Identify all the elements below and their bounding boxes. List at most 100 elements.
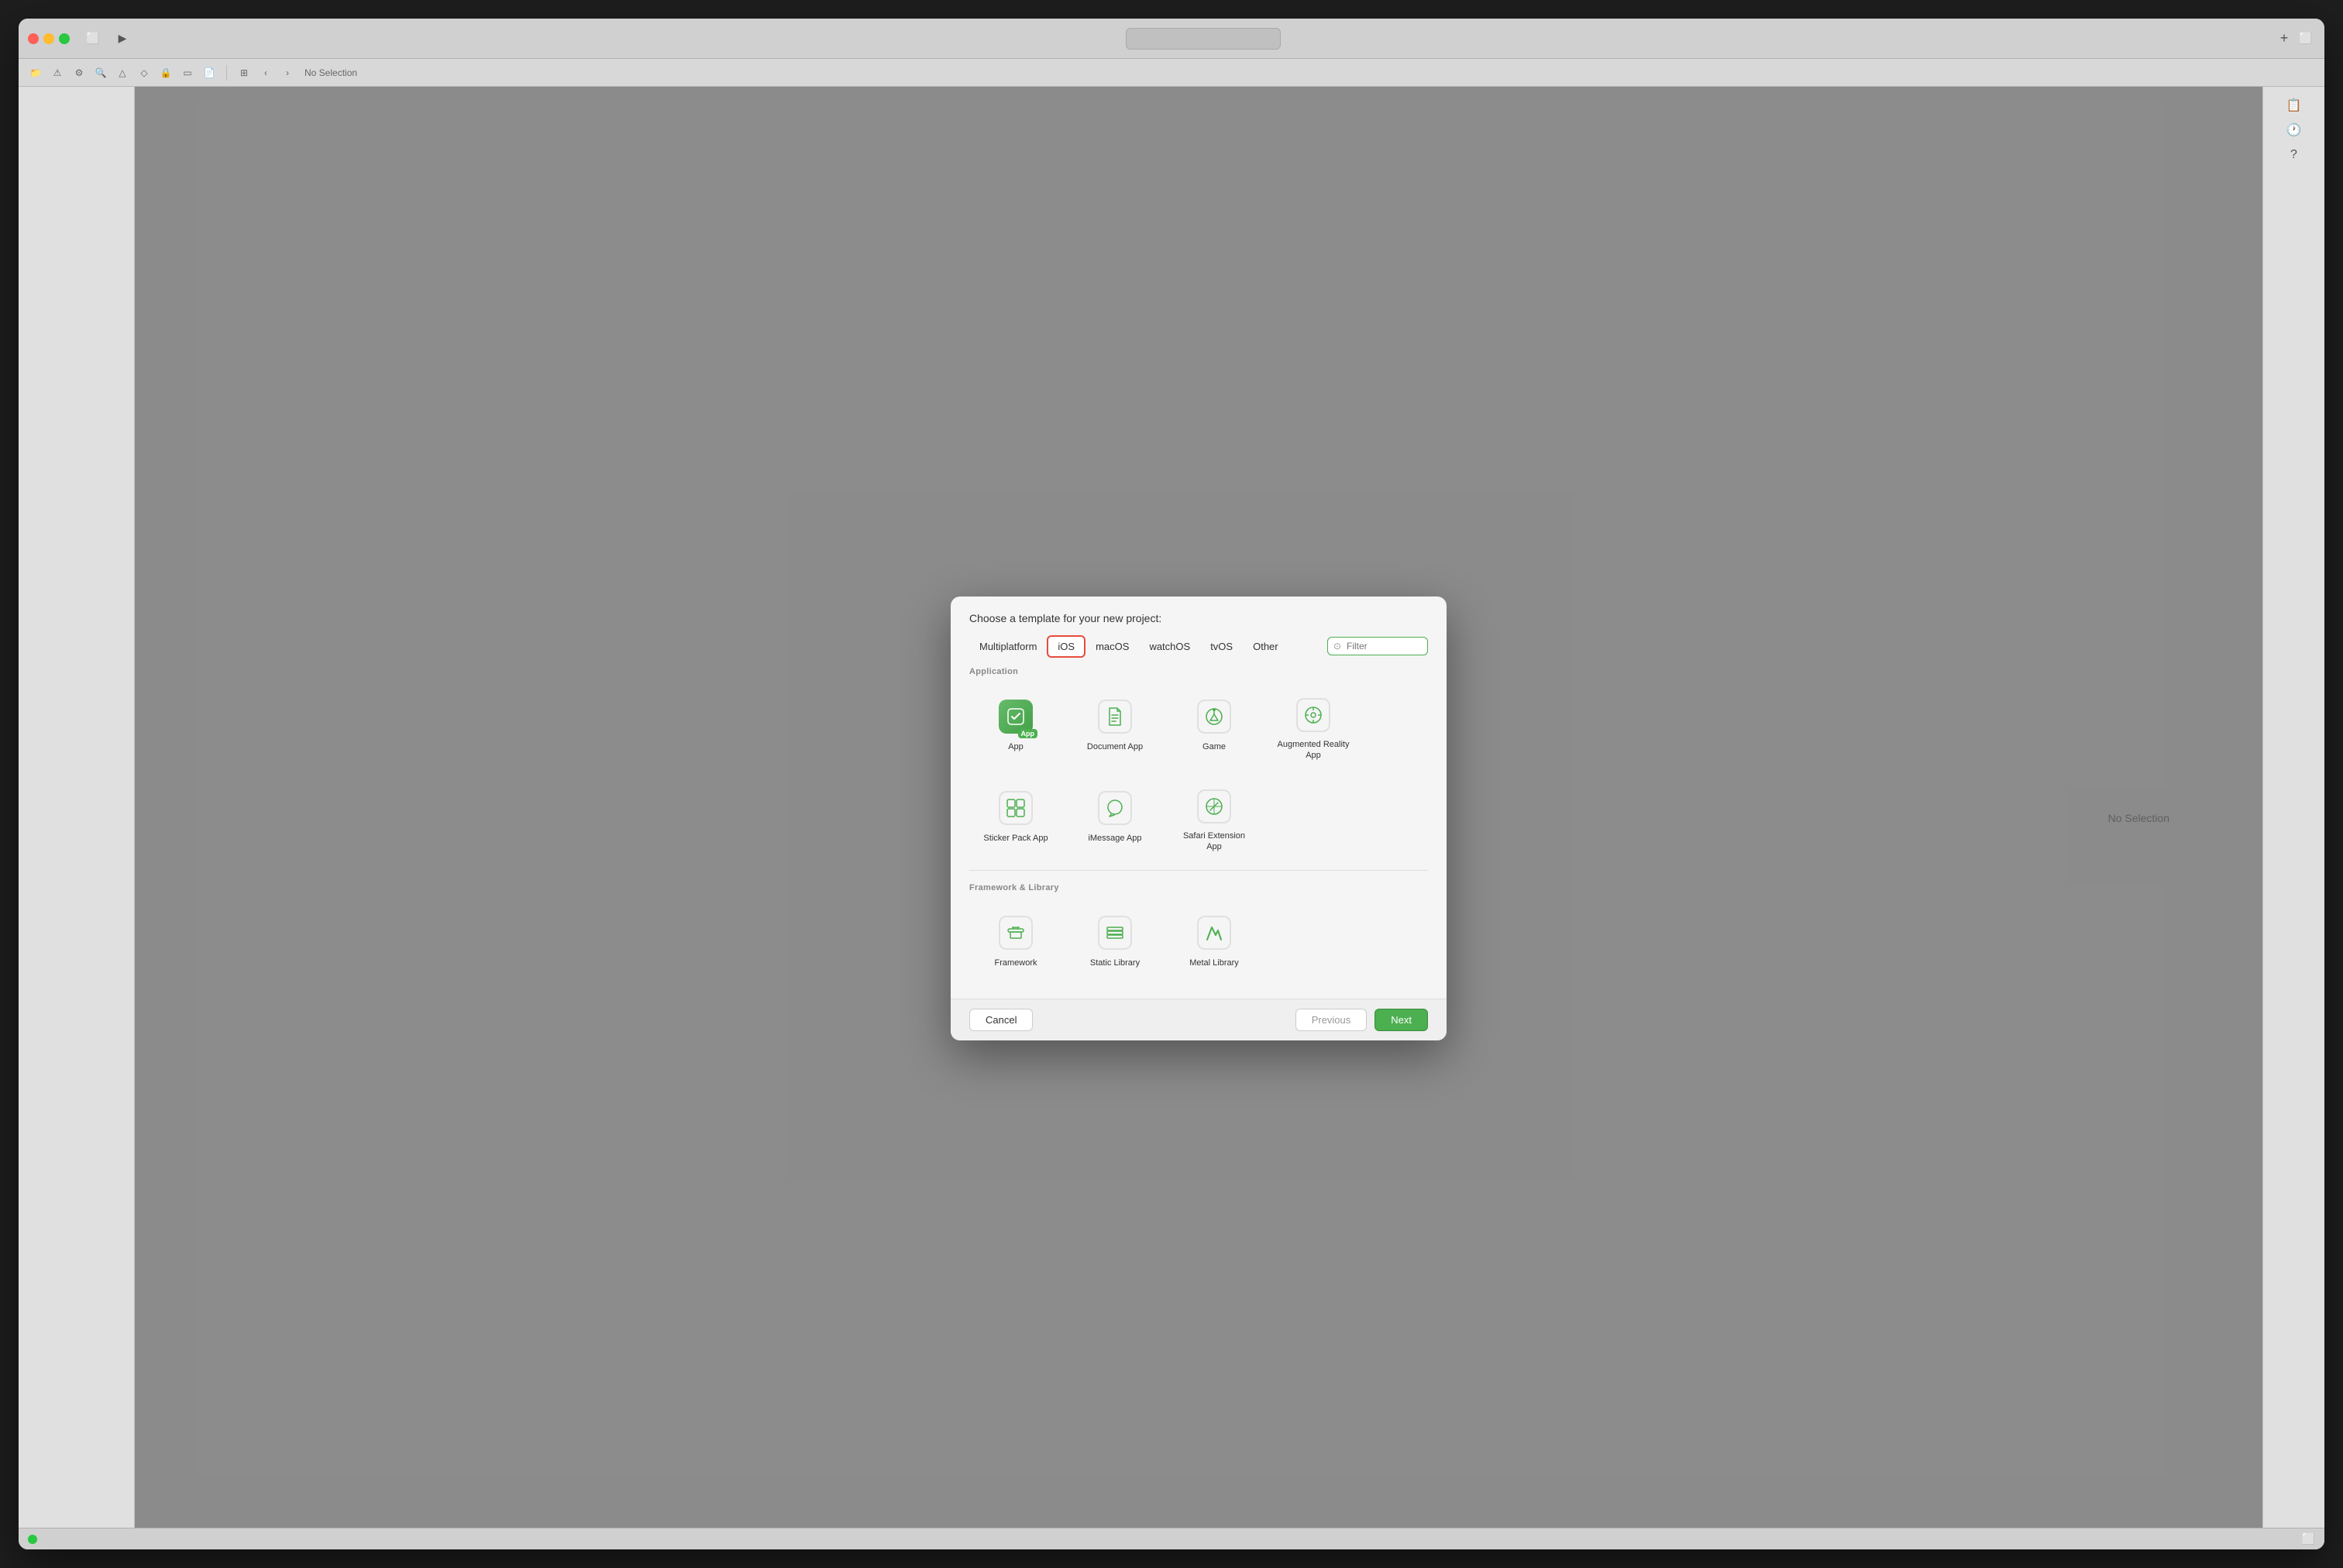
tab-watchos[interactable]: watchOS	[1139, 636, 1200, 657]
modal-overlay: Choose a template for your new project: …	[135, 87, 2262, 1549]
dialog-title: Choose a template for your new project:	[969, 612, 1161, 624]
no-selection-label: No Selection	[301, 67, 357, 78]
template-imessage[interactable]: iMessage App	[1068, 775, 1161, 861]
template-dialog: Choose a template for your new project: …	[951, 597, 1447, 1040]
app-icon	[999, 700, 1033, 734]
template-game-label: Game	[1202, 741, 1226, 752]
framework-icon	[999, 916, 1033, 950]
run-button[interactable]: ▶	[113, 29, 132, 48]
imessage-icon-wrapper	[1095, 788, 1135, 828]
filter-input[interactable]	[1327, 637, 1428, 655]
template-ar-label: Augmented Reality App	[1275, 739, 1352, 762]
section-divider	[969, 870, 1428, 871]
next-button[interactable]: Next	[1374, 1009, 1428, 1031]
static-lib-icon-wrapper	[1095, 913, 1135, 953]
app-icon-wrapper: App	[996, 696, 1036, 737]
sidebar-toggle-icon[interactable]: ⬜	[84, 29, 102, 48]
minimize-button[interactable]	[43, 33, 54, 44]
ar-icon-wrapper	[1293, 696, 1333, 734]
filter-container: ⊙	[1327, 637, 1428, 655]
metal-library-icon	[1197, 916, 1231, 950]
tab-ios[interactable]: iOS	[1047, 635, 1085, 658]
imessage-icon	[1098, 791, 1132, 825]
template-safari-extension[interactable]: Safari Extension App	[1168, 775, 1261, 861]
template-metal-library[interactable]: Metal Library	[1168, 900, 1261, 985]
app-badge: App	[1018, 729, 1038, 738]
settings-icon[interactable]: ⚙	[71, 65, 87, 81]
bottom-bar: ⬜	[19, 1528, 2324, 1549]
sidebar	[19, 87, 135, 1549]
safari-icon	[1197, 789, 1231, 824]
add-icon[interactable]: +	[2275, 29, 2293, 48]
metal-icon-wrapper	[1194, 913, 1234, 953]
rect-icon[interactable]: ▭	[180, 65, 195, 81]
resize-icon[interactable]: ⬜	[2302, 1532, 2315, 1546]
template-framework[interactable]: Framework	[969, 900, 1062, 985]
inspector-icon[interactable]: 📋	[2285, 96, 2303, 115]
content-area: No Selection Choose a template for your …	[19, 87, 2324, 1549]
inspector-toggle-icon[interactable]: ⬜	[2297, 29, 2315, 48]
dialog-header: Choose a template for your new project:	[951, 597, 1447, 626]
warning-icon[interactable]: ⚠	[50, 65, 65, 81]
template-metal-library-label: Metal Library	[1189, 958, 1239, 968]
clock-icon[interactable]: 🕐	[2285, 121, 2303, 139]
framework-icon-wrapper	[996, 913, 1036, 953]
folder-icon[interactable]: 📁	[28, 65, 43, 81]
safari-icon-wrapper	[1194, 788, 1234, 826]
cancel-button[interactable]: Cancel	[969, 1009, 1033, 1031]
help-icon[interactable]: ?	[2285, 146, 2303, 164]
template-framework-label: Framework	[994, 958, 1037, 968]
game-icon	[1197, 700, 1231, 734]
tab-tvos[interactable]: tvOS	[1200, 636, 1243, 657]
grid-icon[interactable]: ⊞	[236, 65, 252, 81]
template-area: Application	[951, 658, 1447, 999]
template-document-app[interactable]: Document App	[1068, 684, 1161, 769]
secondary-toolbar: 📁 ⚠ ⚙ 🔍 △ ◇ 🔒 ▭ 📄 ⊞ ‹ › No Selection	[19, 59, 2324, 87]
game-icon-wrapper	[1194, 696, 1234, 737]
template-game[interactable]: Game	[1168, 684, 1261, 769]
section-application: Application	[969, 658, 1428, 684]
scheme-selector[interactable]	[1126, 28, 1281, 50]
back-icon[interactable]: ‹	[258, 65, 274, 81]
template-sticker-pack[interactable]: Sticker Pack App	[969, 775, 1062, 861]
diamond-icon[interactable]: ◇	[136, 65, 152, 81]
close-button[interactable]	[28, 33, 39, 44]
status-indicator	[28, 1535, 37, 1544]
template-static-library[interactable]: Static Library	[1068, 900, 1161, 985]
alert-icon[interactable]: △	[115, 65, 130, 81]
sticker-icon-wrapper	[996, 788, 1036, 828]
dialog-footer: Cancel Previous Next	[951, 999, 1447, 1040]
document-icon-wrapper	[1095, 696, 1135, 737]
traffic-lights	[28, 33, 70, 44]
template-safari-label: Safari Extension App	[1175, 830, 1253, 853]
application-grid: App App	[969, 684, 1428, 867]
tab-other[interactable]: Other	[1243, 636, 1288, 657]
main-content: No Selection Choose a template for your …	[135, 87, 2262, 1549]
filter-icon: ⊙	[1333, 641, 1341, 652]
search-icon[interactable]: 🔍	[93, 65, 108, 81]
template-document-label: Document App	[1087, 741, 1143, 752]
lock-icon[interactable]: 🔒	[158, 65, 174, 81]
forward-icon[interactable]: ›	[280, 65, 295, 81]
template-imessage-label: iMessage App	[1088, 833, 1141, 844]
document-icon	[1098, 700, 1132, 734]
maximize-button[interactable]	[59, 33, 70, 44]
template-app[interactable]: App App	[969, 684, 1062, 769]
static-library-icon	[1098, 916, 1132, 950]
framework-grid: Framework	[969, 900, 1428, 992]
template-sticker-label: Sticker Pack App	[983, 833, 1048, 844]
previous-button[interactable]: Previous	[1295, 1009, 1368, 1031]
titlebar: ⬜ ▶ + ⬜	[19, 19, 2324, 59]
section-framework: Framework & Library	[969, 874, 1428, 900]
template-app-label: App	[1008, 741, 1024, 752]
sticker-icon	[999, 791, 1033, 825]
right-panel: 📋 🕐 ?	[2262, 87, 2324, 1549]
tab-macos[interactable]: macOS	[1085, 636, 1139, 657]
tab-multiplatform[interactable]: Multiplatform	[969, 636, 1047, 657]
doc-icon[interactable]: 📄	[201, 65, 217, 81]
ar-icon	[1296, 698, 1330, 732]
tab-bar: Multiplatform iOS macOS watchOS tvOS Oth…	[951, 626, 1447, 658]
template-static-library-label: Static Library	[1090, 958, 1140, 968]
template-ar-app[interactable]: Augmented Reality App	[1267, 684, 1360, 769]
xcode-window: ⬜ ▶ + ⬜ 📁 ⚠ ⚙ 🔍 △ ◇ 🔒 ▭ 📄 ⊞ ‹ › No Selec…	[19, 19, 2324, 1549]
